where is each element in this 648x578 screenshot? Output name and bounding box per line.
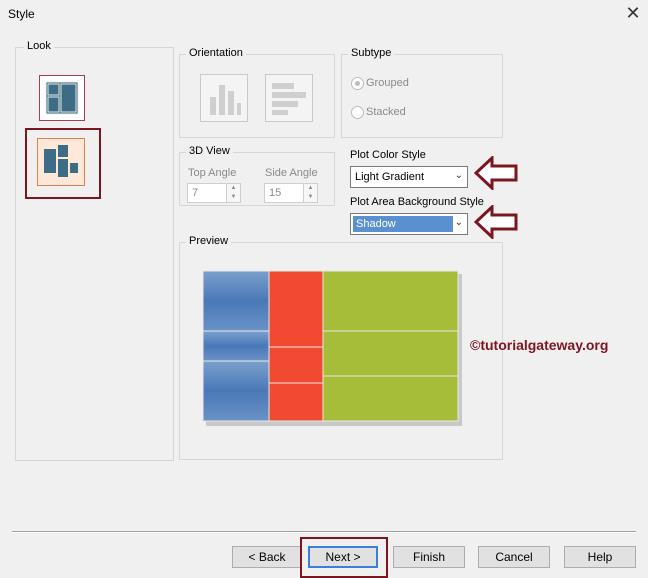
treemap-icon xyxy=(45,81,79,115)
preview-tile-red-3 xyxy=(268,382,324,422)
plot-color-style-value: Light Gradient xyxy=(355,171,425,183)
back-button[interactable]: < Back xyxy=(232,546,302,568)
look-label: Look xyxy=(24,40,54,52)
look-option-1[interactable] xyxy=(39,75,85,121)
vertical-bars-icon xyxy=(210,85,241,115)
spinner-arrows-icon[interactable]: ▲ ▼ xyxy=(303,184,317,202)
chevron-down-icon: ⌄ xyxy=(454,170,463,181)
plot-area-bg-label: Plot Area Background Style xyxy=(350,196,484,208)
top-angle-spinner[interactable]: 7 ▲ ▼ xyxy=(187,183,241,203)
preview-treemap xyxy=(202,270,462,426)
subtype-label: Subtype xyxy=(348,47,395,59)
preview-tile-blue-1 xyxy=(202,270,270,332)
3d-view-label: 3D View xyxy=(186,145,233,157)
annotation-arrow-1 xyxy=(474,156,518,190)
side-angle-label: Side Angle xyxy=(265,167,318,179)
top-angle-value: 7 xyxy=(192,187,199,199)
spinner-arrows-icon[interactable]: ▲ ▼ xyxy=(226,184,240,202)
preview-tile-blue-3 xyxy=(202,360,270,422)
preview-tile-green-1 xyxy=(322,270,459,332)
window-title: Style xyxy=(8,7,35,21)
bottom-divider xyxy=(12,531,636,533)
look-option-2[interactable] xyxy=(37,138,85,186)
orientation-label: Orientation xyxy=(186,47,246,59)
plot-color-style-label: Plot Color Style xyxy=(350,149,426,161)
plot-color-style-select[interactable]: Light Gradient ⌄ xyxy=(350,166,468,188)
plot-area-bg-value: Shadow xyxy=(353,216,453,232)
plot-area-bg-select[interactable]: Shadow ⌄ xyxy=(350,213,468,235)
side-angle-value: 15 xyxy=(269,187,282,199)
horizontal-bars-icon xyxy=(272,83,306,115)
annotation-arrow-2 xyxy=(474,205,518,239)
stacked-radio[interactable] xyxy=(351,106,364,119)
preview-tile-green-2 xyxy=(322,330,459,377)
preview-tile-green-3 xyxy=(322,375,459,422)
treemap-alt-icon xyxy=(44,145,78,177)
orientation-vertical-button[interactable] xyxy=(200,74,248,122)
preview-tile-red-2 xyxy=(268,346,324,384)
help-button[interactable]: Help xyxy=(564,546,636,568)
preview-tile-blue-2 xyxy=(202,330,270,362)
preview-label: Preview xyxy=(186,235,232,247)
orientation-horizontal-button[interactable] xyxy=(265,74,313,122)
subtype-group: Subtype xyxy=(341,47,503,138)
chevron-down-icon: ⌄ xyxy=(454,217,463,228)
stacked-label: Stacked xyxy=(366,106,406,118)
next-button[interactable]: Next > xyxy=(308,546,378,568)
watermark-text: ©tutorialgateway.org xyxy=(470,337,609,353)
finish-button[interactable]: Finish xyxy=(393,546,465,568)
preview-tile-red-1 xyxy=(268,270,324,348)
grouped-radio[interactable] xyxy=(351,77,364,90)
side-angle-spinner[interactable]: 15 ▲ ▼ xyxy=(264,183,318,203)
top-angle-label: Top Angle xyxy=(188,167,237,179)
radio-selected-dot xyxy=(355,81,360,86)
close-icon[interactable]: ✕ xyxy=(624,4,642,22)
cancel-button[interactable]: Cancel xyxy=(478,546,550,568)
grouped-label: Grouped xyxy=(366,77,409,89)
